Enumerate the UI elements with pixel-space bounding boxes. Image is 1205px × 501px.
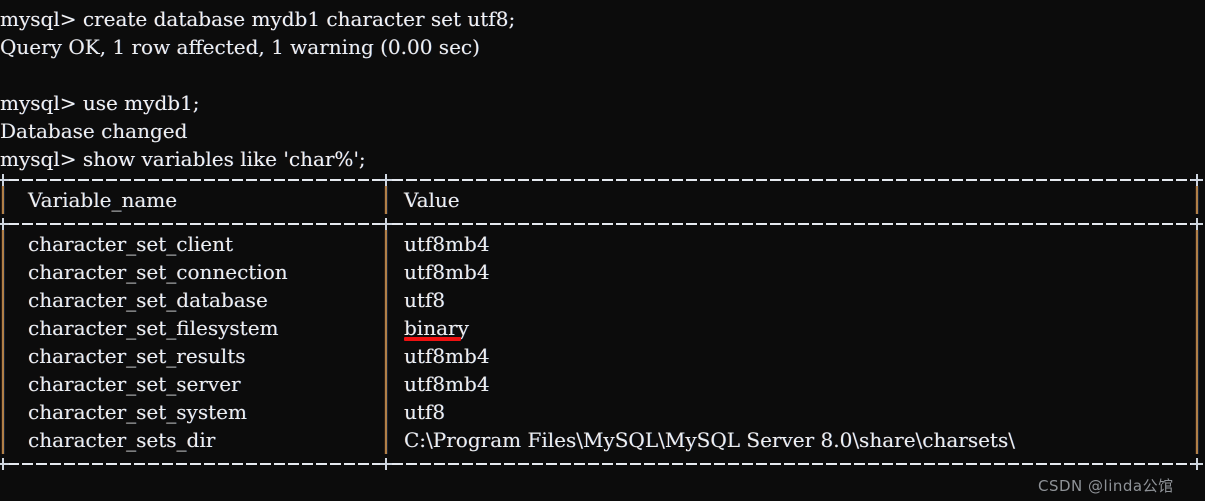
table-row: character_set_server [28, 372, 241, 396]
rule-plus-right [1191, 458, 1203, 470]
red-underline-annotation [404, 337, 461, 341]
table-cell-value: utf8mb4 [404, 232, 490, 256]
console-line-query-ok: Query OK, 1 row affected, 1 warning (0.0… [0, 35, 480, 59]
rule-dash-right [392, 223, 1192, 225]
rule-plus-right [1191, 218, 1203, 230]
table-border-mid-body [385, 230, 387, 454]
rule-plus-left [0, 218, 9, 230]
console-line-show-variables: mysql> show variables like 'char%'; [0, 147, 366, 171]
terminal-window[interactable]: mysql> create database mydb1 character s… [0, 0, 1205, 501]
console-line-create-database: mysql> create database mydb1 character s… [0, 7, 516, 31]
table-border-mid-header [385, 186, 387, 214]
table-cell-value-highlighted: utf8 [404, 288, 446, 312]
table-row: character_set_connection [28, 260, 288, 284]
table-row: character_set_system [28, 400, 247, 424]
console-line-database-changed: Database changed [0, 119, 188, 143]
rule-dash-right [392, 179, 1192, 181]
rule-dash-left [8, 463, 380, 465]
rule-dash-right [392, 463, 1192, 465]
table-row: character_set_database [28, 288, 268, 312]
rule-plus-mid [380, 458, 392, 470]
table-row: character_set_filesystem [28, 316, 279, 340]
rule-plus-mid [380, 218, 392, 230]
rule-dash-left [8, 179, 380, 181]
table-cell-value-path: C:\Program Files\MySQL\MySQL Server 8.0\… [404, 428, 1015, 452]
table-cell-value: utf8 [404, 400, 446, 424]
rule-plus-mid [380, 174, 392, 186]
rule-plus-right [1191, 174, 1203, 186]
table-border-left-header [2, 186, 4, 214]
table-border-right-header [1196, 186, 1198, 214]
rule-plus-left [0, 458, 9, 470]
table-border-right-body [1196, 230, 1198, 454]
table-cell-value: utf8mb4 [404, 372, 490, 396]
rule-plus-left [0, 174, 9, 186]
table-rule-bottom [0, 454, 1205, 474]
table-cell-value: utf8mb4 [404, 260, 490, 284]
console-line-use-database: mysql> use mydb1; [0, 91, 200, 115]
column-header-variable-name: Variable_name [28, 188, 178, 212]
rule-dash-left [8, 223, 380, 225]
watermark-label: CSDN @linda公馆 [1038, 477, 1174, 495]
column-header-value: Value [404, 188, 460, 212]
table-row: character_set_client [28, 232, 234, 256]
table-row: character_sets_dir [28, 428, 216, 452]
table-border-left-body [2, 230, 4, 454]
table-cell-value: utf8mb4 [404, 344, 490, 368]
table-row: character_set_results [28, 344, 246, 368]
table-rule-top [0, 170, 1205, 190]
